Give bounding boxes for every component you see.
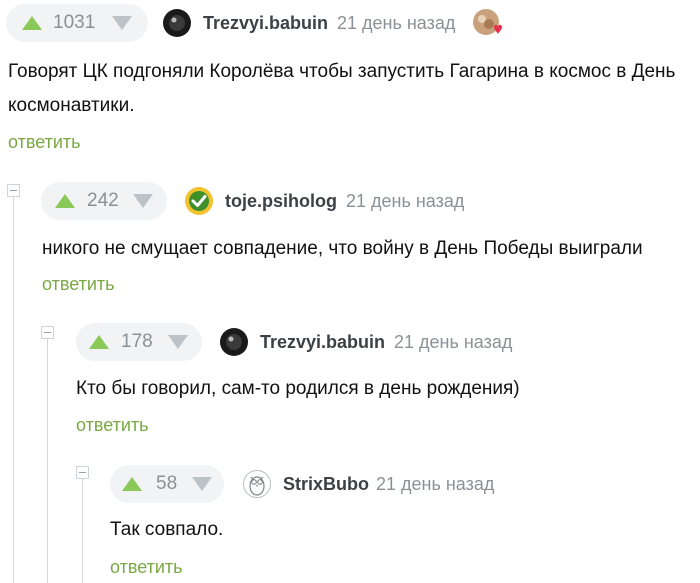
- heart-badge-icon: [473, 9, 502, 35]
- vote-box: 242: [41, 182, 167, 220]
- vote-box: 178: [76, 323, 202, 361]
- downvote-icon[interactable]: [112, 16, 132, 30]
- vote-count: 58: [156, 473, 178, 494]
- downvote-icon[interactable]: [133, 194, 153, 208]
- timestamp[interactable]: 21 день назад: [346, 182, 464, 220]
- comment-text: Говорят ЦК подгоняли Королёва чтобы запу…: [8, 61, 676, 116]
- timestamp[interactable]: 21 день назад: [337, 4, 455, 42]
- vote-box: 1031: [6, 4, 148, 42]
- upvote-icon[interactable]: [22, 16, 42, 30]
- vote-count: 1031: [53, 12, 96, 33]
- upvote-icon[interactable]: [89, 335, 109, 349]
- comment-text: никого не смущает совпадение, что войну …: [42, 238, 643, 259]
- reply-link[interactable]: ответить: [42, 274, 115, 295]
- comment-header: 58 StrixBubo 21 день назад: [110, 465, 494, 503]
- collapse-button[interactable]: [41, 326, 54, 339]
- downvote-icon[interactable]: [168, 335, 188, 349]
- comment-header: 242 toje.psiholog 21 день назад: [41, 182, 464, 220]
- vote-count: 178: [121, 331, 153, 352]
- timestamp[interactable]: 21 день назад: [394, 323, 512, 361]
- thread-line: [47, 338, 48, 583]
- author-name[interactable]: Trezvyi.babuin: [260, 323, 385, 361]
- timestamp[interactable]: 21 день назад: [376, 465, 494, 503]
- collapse-button[interactable]: [76, 466, 89, 479]
- reply-link[interactable]: ответить: [76, 415, 149, 436]
- reply-link[interactable]: ответить: [8, 132, 81, 153]
- avatar[interactable]: [162, 8, 192, 38]
- thread-line: [13, 196, 14, 583]
- comment-text: Так совпало.: [110, 519, 224, 540]
- downvote-icon[interactable]: [192, 477, 212, 491]
- vote-box: 58: [110, 465, 224, 503]
- collapse-button[interactable]: [7, 184, 20, 197]
- reply-link[interactable]: ответить: [110, 557, 183, 578]
- upvote-icon[interactable]: [122, 477, 142, 491]
- avatar[interactable]: [242, 469, 272, 499]
- vote-count: 242: [87, 190, 119, 211]
- author-name[interactable]: toje.psiholog: [225, 182, 337, 220]
- comment-header: 178 Trezvyi.babuin 21 день назад: [76, 323, 512, 361]
- avatar[interactable]: [219, 327, 249, 357]
- thread-line: [82, 478, 83, 583]
- comment-text: Кто бы говорил, сам-то родился в день ро…: [76, 378, 520, 399]
- author-name[interactable]: Trezvyi.babuin: [203, 4, 328, 42]
- author-name[interactable]: StrixBubo: [283, 465, 369, 503]
- upvote-icon[interactable]: [55, 194, 75, 208]
- comment-header: 1031 Trezvyi.babuin 21 день назад: [6, 4, 502, 42]
- avatar[interactable]: [184, 186, 214, 216]
